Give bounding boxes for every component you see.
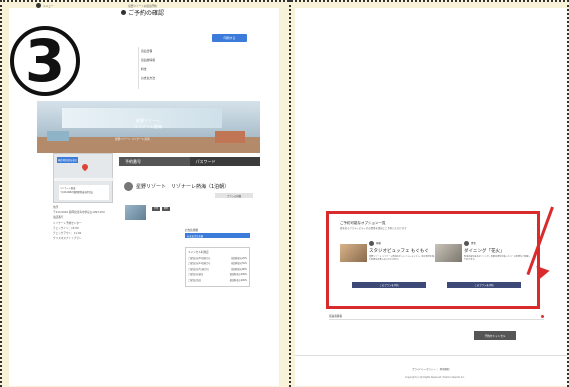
tab-reservation-number[interactable]: 予約番号 — [119, 157, 190, 166]
option-image — [340, 244, 367, 262]
hotel-hero-image: 星野リゾート リゾナーレ熱海 星野リゾート リゾナーレ熱海 — [37, 101, 260, 153]
side-nav: 宿泊日程 宿泊者情報 料金 お支払方法 — [141, 49, 155, 80]
cancel-policy-box: キャンセル料規定 ご宿泊日の30日前から 宿泊料金の20% ご宿泊日の14日前から… — [185, 247, 250, 287]
hotel-name: 星野リゾート リゾナーレ熱海（1泊朝） — [136, 184, 230, 190]
expand-icon — [541, 314, 544, 318]
page-title-text: ご予約の確認 — [128, 10, 165, 17]
meal-tag: 夕食 — [152, 207, 160, 211]
option-card: 体験 スタジオビュッフェ もぐもぐ 星野リゾート リゾナーレ熱海のビュッフェレス… — [340, 238, 438, 290]
info-line: 住所 — [53, 206, 59, 209]
footer-links[interactable]: プライバシーポリシー ｜ 利用規約 — [412, 367, 449, 371]
page-header: 星野リゾートの宿泊予約 ご予約の確認 — [121, 4, 164, 17]
option-name: ダイニング「花火」 — [464, 249, 505, 254]
plan-detail-button[interactable]: プランの詳細 — [215, 193, 253, 198]
option-category: 食事 — [471, 242, 476, 245]
map-tag[interactable]: 現在地周辺を表示 — [57, 157, 79, 163]
hero-caption: 星野リゾート リゾナーレ熱海 — [115, 138, 150, 141]
hotel-map[interactable]: 現在地周辺を表示 リゾナーレ熱海 〒413-0002 静岡県熱海市伊豆山 — [53, 153, 114, 203]
policy-when: ご宿泊日の14日前から — [188, 262, 211, 265]
page-title: ご予約の確認 — [121, 8, 164, 17]
page: メニュー 星野リゾートの宿泊予約 ご予約の確認 印刷する 3 宿泊日程 宿泊者情… — [0, 0, 569, 387]
tab-password[interactable]: パスワード — [189, 157, 260, 166]
policy-when: ご宿泊日の7日前から — [188, 267, 210, 271]
info-line: 電話番号 — [53, 216, 64, 220]
policy-row: ご宿泊日の7日前から 宿泊料金の80% — [188, 267, 247, 271]
panel-divider — [289, 0, 291, 387]
cancel-policy-title: キャンセル料規定 — [188, 251, 209, 254]
summary-bar: お支払合計金額 — [185, 233, 250, 238]
policy-row: ご宿泊日当日 宿泊料金の100% — [188, 278, 247, 282]
booking-tabs: 予約番号 パスワード — [119, 157, 260, 166]
policy-row: ご宿泊日の14日前から 宿泊料金の50% — [188, 261, 247, 265]
accordion-label: 宿泊者情報 — [329, 315, 342, 318]
print-button[interactable]: 印刷する — [212, 34, 247, 42]
side-nav-item[interactable]: お支払方法 — [141, 76, 155, 80]
room-thumbnail — [125, 205, 146, 220]
dotted-frame-left — [0, 0, 4, 387]
options-subtitle: 旅を彩るアクティビティやお食事を事前にご予約いただけます — [340, 227, 407, 230]
hero-chair — [215, 131, 245, 143]
info-line[interactable]: クリスマスナイトプラン — [53, 236, 105, 240]
footer-copyright: Copyright (c) All Rights Reserved. Hoshi… — [405, 376, 465, 379]
policy-fee: 宿泊料金の100% — [229, 273, 247, 276]
option-description: 星野リゾート リゾナーレ熱海のビュッフェレストラン。地元食材を使った料理をお楽し… — [369, 256, 437, 261]
hotel-info: 住所 〒413-0002 静岡県熱海市伊豆山1993-250 電話番号 リゾナー… — [53, 205, 105, 240]
option-number-icon — [464, 241, 469, 246]
option-reserve-button[interactable]: このプランを予約 — [352, 282, 426, 288]
menu-button[interactable]: メニュー — [36, 3, 53, 8]
title-icon — [121, 10, 126, 15]
map-pin-icon — [80, 162, 90, 172]
sidenav-divider — [138, 47, 139, 89]
hotel-heading: 星野リゾート リゾナーレ熱海（1泊朝） — [124, 182, 229, 191]
side-nav-item[interactable]: 料金 — [141, 67, 155, 71]
policy-when: ご宿泊日当日 — [188, 278, 202, 282]
menu-icon — [36, 3, 41, 8]
option-number-icon — [369, 241, 374, 246]
side-nav-item[interactable]: 宿泊日程 — [141, 49, 155, 53]
option-category: 体験 — [376, 242, 381, 245]
option-name: スタジオビュッフェ もぐもぐ — [369, 249, 429, 254]
info-line: リゾナーレ予約センター — [53, 221, 82, 225]
policy-fee: 宿泊料金の20% — [231, 256, 247, 260]
policy-fee: 宿泊料金の50% — [231, 262, 247, 265]
option-reserve-button[interactable]: このプランを予約 — [447, 282, 521, 288]
info-line: チェックアウト：11:00 — [53, 231, 82, 235]
policy-when: ご宿泊日の30日前から — [188, 256, 211, 260]
map-road — [54, 178, 114, 181]
hotel-logo: 星野リゾート リゾナーレ熱海 — [130, 118, 166, 130]
option-image — [435, 244, 462, 262]
hotel-icon — [124, 182, 133, 191]
options-page-screenshot — [295, 8, 567, 386]
policy-row: ご宿泊日の前日 宿泊料金の100% — [188, 272, 247, 276]
guest-info-accordion[interactable]: 宿泊者情報 — [329, 313, 544, 320]
info-line: チェックイン：15:00 — [53, 226, 79, 230]
footer-divider — [295, 355, 567, 356]
step-badge: 3 — [10, 26, 80, 96]
policy-fee: 宿泊料金の80% — [231, 267, 247, 271]
summary-label: お支払金額 — [185, 229, 198, 232]
logo-line2: リゾナーレ熱海 — [134, 124, 162, 129]
policy-fee: 宿泊料金の100% — [229, 278, 247, 282]
info-line: 〒413-0002 静岡県熱海市伊豆山1993-250 — [53, 211, 105, 215]
policy-row: ご宿泊日の30日前から 宿泊料金の20% — [188, 256, 247, 260]
map-info-card: リゾナーレ熱海 〒413-0002 静岡県熱海市伊豆山 — [59, 185, 109, 200]
side-nav-item[interactable]: 宿泊者情報 — [141, 58, 155, 62]
option-description: 熱海の夜を彩るダイニング。季節の食材を使ったコース料理をご用意しております。 — [464, 256, 531, 261]
menu-label: メニュー — [43, 4, 54, 8]
policy-when: ご宿泊日の前日 — [188, 273, 204, 276]
hero-sofa — [47, 131, 69, 141]
meal-tag: 朝食 — [162, 207, 170, 211]
option-card: 食事 ダイニング「花火」 熱海の夜を彩るダイニング。季節の食材を使ったコース料理… — [435, 238, 533, 290]
map-card-line: 〒413-0002 静岡県熱海市伊豆山 — [60, 191, 94, 194]
cancel-reservation-button[interactable]: 予約をキャンセル — [474, 331, 516, 340]
